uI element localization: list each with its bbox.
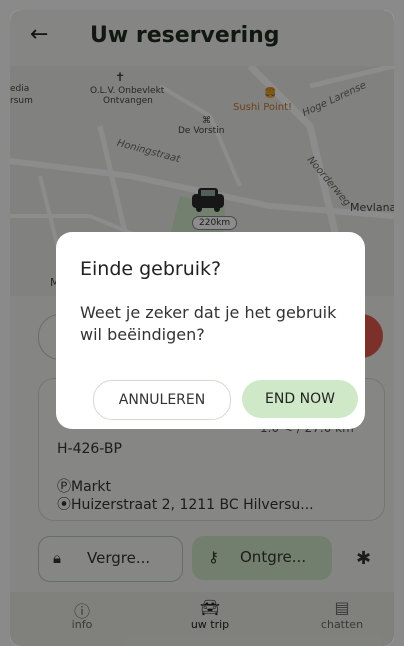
dialog-message: Weet je zeker dat je het gebruik wil beë…	[80, 303, 337, 344]
cancel-button[interactable]: ANNULEREN	[93, 380, 231, 420]
end-now-button[interactable]: END NOW	[242, 380, 358, 418]
app-screen: ← Uw reservering edia rsum ✝ O.L.V. Onbe…	[10, 10, 394, 646]
end-usage-dialog: Einde gebruik? Weet je zeker dat je het …	[56, 232, 365, 429]
dialog-title: Einde gebruik?	[80, 258, 222, 280]
